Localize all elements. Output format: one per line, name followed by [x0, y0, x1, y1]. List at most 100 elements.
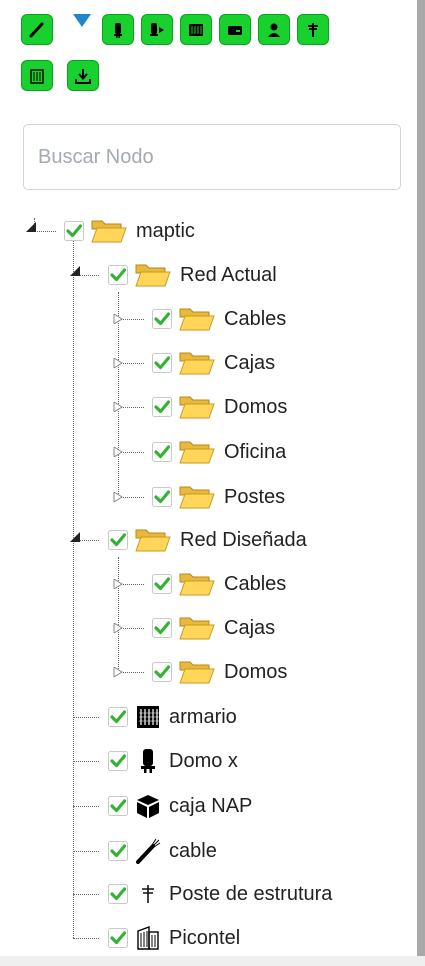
- folder-open-icon: [179, 308, 215, 331]
- tree-node-label: Domos: [224, 396, 288, 418]
- checkbox-checked-icon[interactable]: [152, 574, 172, 594]
- tree-node-label: Poste de estrutura: [169, 883, 333, 905]
- checkbox-checked-icon[interactable]: [108, 751, 128, 771]
- tree-node-cajas[interactable]: Cajas: [152, 348, 275, 378]
- checkbox-checked-icon[interactable]: [152, 309, 172, 329]
- checkbox-checked-icon[interactable]: [152, 353, 172, 373]
- checkbox-checked-icon[interactable]: [108, 841, 128, 861]
- checkbox-checked-icon[interactable]: [152, 397, 172, 417]
- tree-node-label: Domo x: [169, 750, 238, 772]
- triangle-down-icon[interactable]: [73, 14, 91, 27]
- tree-node-label: Domos: [224, 661, 288, 683]
- checkbox-checked-icon[interactable]: [108, 796, 128, 816]
- add-pole-button[interactable]: [297, 14, 329, 45]
- collapse-arrow-icon[interactable]: [70, 532, 80, 542]
- tree-node-armario[interactable]: armario: [108, 702, 237, 732]
- tree-node-picontel[interactable]: Picontel: [108, 923, 240, 953]
- checkbox-checked-icon[interactable]: [108, 884, 128, 904]
- expand-arrow-icon[interactable]: [113, 492, 123, 502]
- tree-node-poste-de-estrutura[interactable]: Poste de estrutura: [108, 879, 332, 909]
- tree-node-oficina[interactable]: Oficina: [152, 437, 286, 467]
- checkbox-checked-icon[interactable]: [152, 662, 172, 682]
- expand-arrow-icon[interactable]: [113, 402, 123, 412]
- expand-arrow-icon[interactable]: [113, 314, 123, 324]
- folder-open-icon: [179, 486, 215, 509]
- checkbox-checked-icon[interactable]: [108, 265, 128, 285]
- download-icon: [75, 68, 91, 84]
- tree-node-label: cable: [169, 840, 217, 862]
- tree-node-cables[interactable]: Cables: [152, 569, 286, 599]
- folder-open-icon: [179, 617, 215, 640]
- tree-guide-line: [34, 231, 56, 232]
- expand-arrow-icon[interactable]: [113, 623, 123, 633]
- draw-cable-button[interactable]: [21, 14, 53, 45]
- tree-guide-line: [73, 717, 99, 718]
- expand-arrow-icon[interactable]: [113, 447, 123, 457]
- add-user-button[interactable]: [258, 14, 290, 45]
- folder-open-icon: [179, 396, 215, 419]
- cable-icon: [135, 838, 161, 864]
- tree-node-label: Picontel: [169, 927, 241, 949]
- pole-icon: [135, 881, 161, 907]
- folder-open-icon: [179, 661, 215, 684]
- box-icon: [228, 25, 242, 35]
- tree-node-domos[interactable]: Domos: [152, 657, 287, 687]
- dome-arrow-icon: [150, 22, 164, 36]
- add-box-button[interactable]: [219, 14, 251, 45]
- cabinet-icon: [135, 704, 161, 730]
- tree-node-maptic[interactable]: maptic: [64, 216, 195, 246]
- tree-node-label: Oficina: [224, 441, 287, 463]
- add-building-button[interactable]: [21, 60, 53, 91]
- folder-open-icon: [135, 264, 171, 287]
- add-cabinet-button[interactable]: [180, 14, 212, 45]
- tree-guide-line: [73, 894, 99, 895]
- tree-node-label: Postes: [224, 486, 286, 508]
- checkbox-checked-icon[interactable]: [108, 928, 128, 948]
- tree-node-red-disenada[interactable]: Red Diseñada: [108, 525, 307, 555]
- tree-guide-line: [73, 761, 99, 762]
- tree-node-domo-x[interactable]: Domo x: [108, 746, 238, 776]
- folder-open-icon: [91, 220, 127, 243]
- tree-guide-line: [73, 938, 99, 939]
- checkbox-checked-icon[interactable]: [152, 618, 172, 638]
- folder-open-icon: [135, 529, 171, 552]
- tree-node-cables[interactable]: Cables: [152, 304, 286, 334]
- tree-node-postes[interactable]: Postes: [152, 482, 285, 512]
- add-dome-button[interactable]: [102, 14, 134, 45]
- folder-open-icon: [179, 352, 215, 375]
- download-button[interactable]: [67, 60, 99, 91]
- cable-icon: [29, 22, 44, 37]
- tree-node-label: Red Actual: [180, 264, 277, 286]
- tree-node-label: Cajas: [224, 352, 276, 374]
- expand-arrow-icon[interactable]: [113, 667, 123, 677]
- checkbox-checked-icon[interactable]: [152, 487, 172, 507]
- checkbox-checked-icon[interactable]: [152, 442, 172, 462]
- tree-node-label: Cables: [224, 308, 287, 330]
- tree-node-label: maptic: [136, 220, 195, 242]
- tree-node-cajas[interactable]: Cajas: [152, 613, 275, 643]
- user-icon: [268, 23, 280, 37]
- tree-node-label: Cajas: [224, 617, 276, 639]
- tree-node-cable[interactable]: cable: [108, 836, 217, 866]
- checkbox-checked-icon[interactable]: [64, 221, 84, 241]
- tree-guide-line: [73, 232, 74, 938]
- collapse-arrow-icon[interactable]: [70, 266, 80, 276]
- tree-guide-line: [118, 557, 119, 673]
- dome-icon: [135, 748, 161, 774]
- checkbox-checked-icon[interactable]: [108, 707, 128, 727]
- expand-arrow-icon[interactable]: [113, 358, 123, 368]
- collapse-arrow-icon[interactable]: [26, 222, 36, 232]
- tree-node-domos[interactable]: Domos: [152, 392, 287, 422]
- expand-arrow-icon[interactable]: [113, 579, 123, 589]
- tree-node-red-actual[interactable]: Red Actual: [108, 260, 277, 290]
- dome-icon: [114, 22, 122, 38]
- tree-node-caja-nap[interactable]: caja NAP: [108, 791, 252, 821]
- tree-guide-line: [73, 806, 99, 807]
- tree-node-label: caja NAP: [169, 795, 253, 817]
- tree-node-label: Cables: [224, 573, 287, 595]
- add-dome-arrow-button[interactable]: [141, 14, 173, 45]
- tree-guide-line: [73, 851, 99, 852]
- checkbox-checked-icon[interactable]: [108, 530, 128, 550]
- search-input[interactable]: [23, 124, 401, 190]
- folder-open-icon: [179, 573, 215, 596]
